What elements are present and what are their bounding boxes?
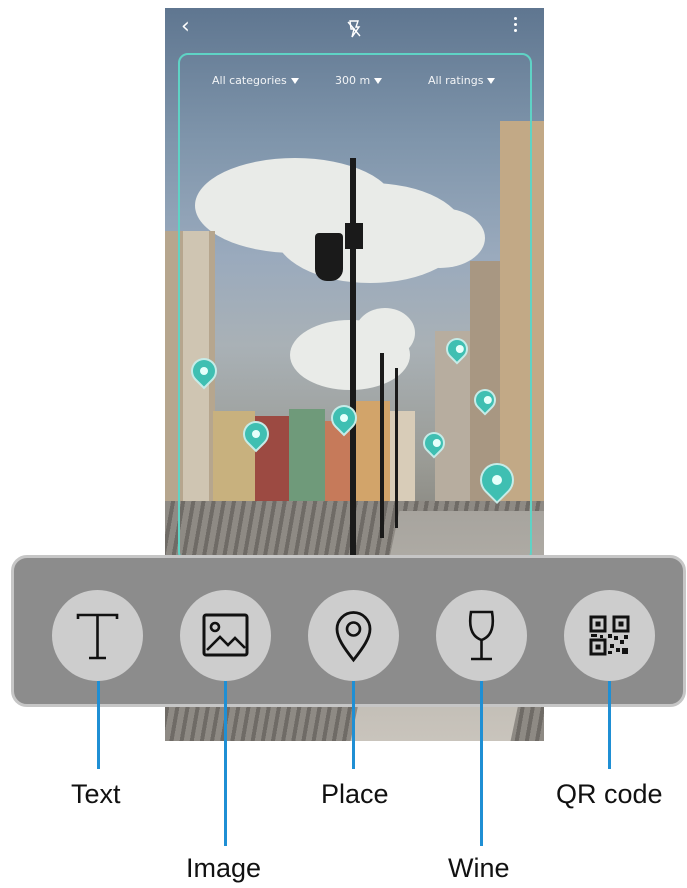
wine-mode-button[interactable] [436,590,527,681]
flash-off-icon[interactable] [346,19,362,39]
text-icon [76,613,119,660]
dropdown-arrow-icon [374,77,383,84]
wine-glass-icon [468,610,495,661]
back-arrow-icon[interactable]: ‹ [181,16,190,38]
filter-rating-dropdown[interactable]: All ratings [428,74,496,87]
qr-mode-button[interactable] [564,590,655,681]
text-label: Text [71,779,121,809]
filter-distance-label: 300 m [335,74,371,87]
location-pin-icon [335,611,372,663]
callout-line [97,681,100,769]
text-mode-button[interactable] [52,590,143,681]
callout-line [352,681,355,769]
callout-line [608,681,611,769]
qr-code-icon [589,615,630,656]
wine-label: Wine [448,853,510,883]
dropdown-arrow-icon [487,77,496,84]
filter-rating-label: All ratings [428,74,484,87]
filter-bar: All categories 300 m All ratings [165,74,544,94]
dropdown-arrow-icon [290,77,299,84]
filter-category-label: All categories [212,74,287,87]
qr-code-label: QR code [556,779,663,809]
place-mode-button[interactable] [308,590,399,681]
callout-line [480,681,483,846]
image-icon [202,613,249,657]
callout-line [224,681,227,846]
top-bar: ‹ [165,8,544,48]
image-mode-button[interactable] [180,590,271,681]
more-options-icon[interactable] [513,17,519,35]
image-label: Image [186,853,262,883]
filter-category-dropdown[interactable]: All categories [212,74,299,87]
filter-distance-dropdown[interactable]: 300 m [335,74,383,87]
scan-frame [178,53,532,562]
place-label: Place [321,779,389,809]
